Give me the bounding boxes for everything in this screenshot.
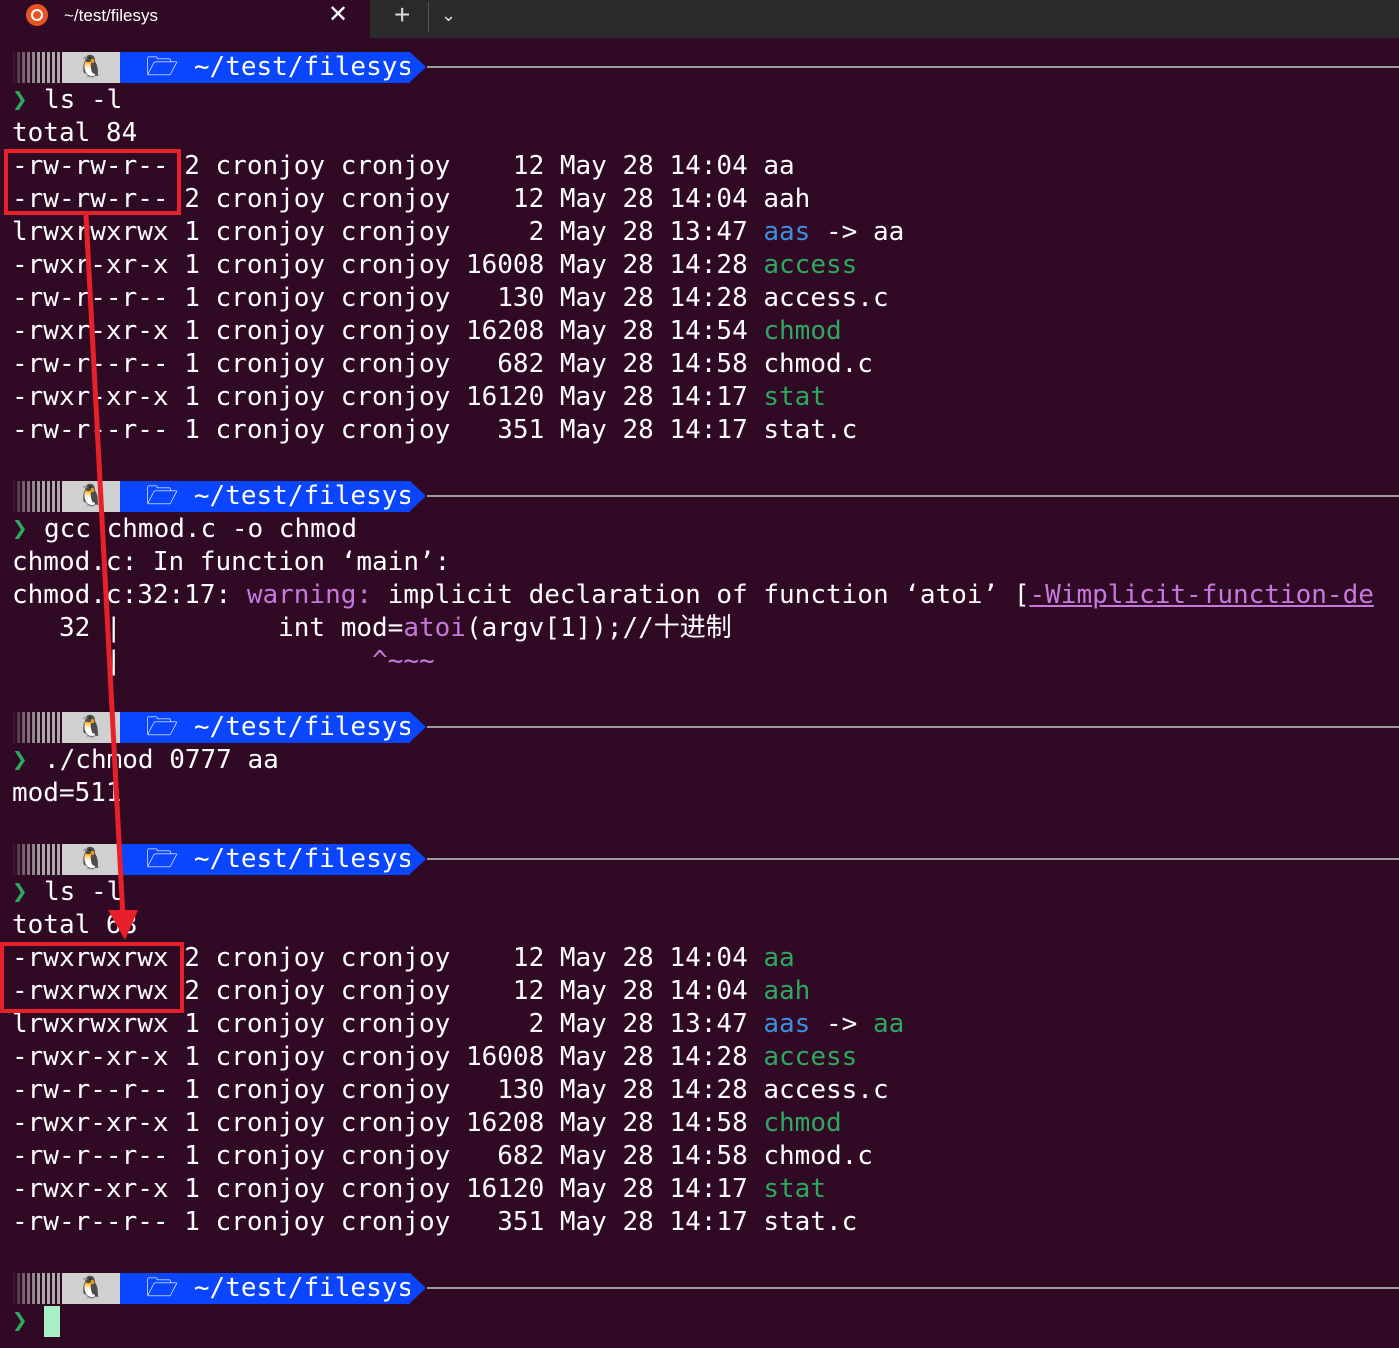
annotation-arrow <box>83 214 138 940</box>
terminal-cursor[interactable] <box>44 1306 60 1337</box>
